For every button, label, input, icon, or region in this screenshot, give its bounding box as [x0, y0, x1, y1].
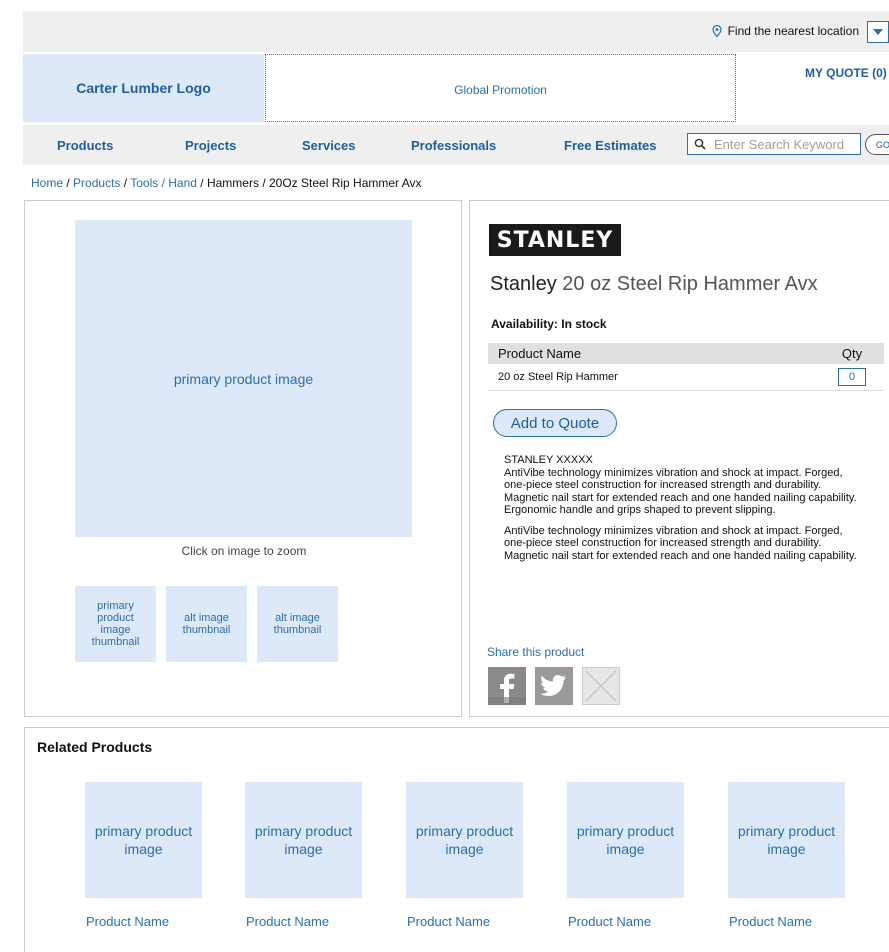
related-product-image[interactable]: primary product image: [85, 782, 202, 898]
related-product-image[interactable]: primary product image: [406, 782, 523, 898]
product-variant-table: Product Name Qty 20 oz Steel Rip Hammer: [488, 343, 884, 391]
related-product-name[interactable]: Product Name: [246, 914, 329, 929]
breadcrumb-current: 20Oz Steel Rip Hammer Avx: [269, 176, 422, 190]
related-product-name[interactable]: Product Name: [86, 914, 169, 929]
product-name: 20 oz Steel Rip Hammer Avx: [562, 273, 818, 295]
twitter-share-button[interactable]: [535, 667, 573, 705]
breadcrumb-separator: /: [262, 176, 266, 190]
product-info: STANLEY Stanley 20 oz Steel Rip Hammer A…: [469, 200, 889, 717]
email-icon: [585, 670, 617, 702]
top-utility-bar: Find the nearest location: [23, 11, 889, 52]
product-brand: Stanley: [490, 273, 557, 295]
related-product-image-label: primary product image: [415, 823, 514, 857]
search-input[interactable]: [714, 136, 854, 152]
email-share-button[interactable]: [582, 667, 620, 705]
thumbnail-alt-1[interactable]: alt image thumbnail: [166, 586, 247, 662]
breadcrumb-separator: /: [123, 176, 128, 190]
add-to-quote-button[interactable]: Add to Quote: [493, 409, 617, 437]
related-product-image[interactable]: primary product image: [245, 782, 362, 898]
breadcrumb-separator: /: [200, 176, 204, 190]
brand-logo: STANLEY: [489, 224, 621, 256]
description-paragraph-2: AntiVibe technology minimizes vibration …: [504, 524, 857, 562]
share-label: Share this product: [487, 645, 585, 659]
related-products-title: Related Products: [37, 739, 153, 755]
search-box: [687, 133, 861, 155]
breadcrumb-tools-hand[interactable]: Tools / Hand: [130, 176, 197, 190]
chevron-down-icon: [873, 29, 883, 35]
global-promotion-banner[interactable]: Global Promotion: [265, 54, 736, 122]
related-product-image-label: primary product image: [94, 823, 193, 857]
primary-product-image[interactable]: primary product image: [75, 220, 412, 537]
site-logo[interactable]: Carter Lumber Logo: [23, 54, 264, 122]
main-navigation: Products Projects Services Professionals…: [23, 125, 889, 165]
related-product-image[interactable]: primary product image: [728, 782, 845, 898]
availability-status: Availability: In stock: [491, 317, 607, 331]
related-product-name[interactable]: Product Name: [729, 914, 812, 929]
product-description: STANLEY XXXXX AntiVibe technology minimi…: [504, 454, 864, 570]
related-product-image-label: primary product image: [254, 823, 353, 857]
location-pin-icon: [711, 25, 722, 37]
nav-item-products[interactable]: Products: [57, 138, 113, 153]
facebook-share-button[interactable]: [488, 667, 526, 705]
breadcrumb-hammers: Hammers: [206, 176, 259, 190]
nav-item-professionals[interactable]: Professionals: [411, 138, 496, 153]
breadcrumb: Home / Products / Tools / Hand / Hammers…: [31, 176, 422, 190]
search-go-button[interactable]: GO: [865, 134, 889, 155]
search-icon: [694, 138, 706, 150]
facebook-icon: [488, 673, 526, 705]
location-dropdown-button[interactable]: [867, 21, 889, 43]
breadcrumb-home[interactable]: Home: [31, 176, 63, 190]
nav-item-free-estimates[interactable]: Free Estimates: [564, 138, 657, 153]
related-product-name[interactable]: Product Name: [407, 914, 490, 929]
table-row: 20 oz Steel Rip Hammer: [488, 364, 884, 391]
find-location-label: Find the nearest location: [727, 24, 859, 38]
zoom-hint: Click on image to zoom: [181, 544, 307, 558]
thumbnail-primary[interactable]: primary product image thumbnail: [75, 586, 156, 662]
find-location-link[interactable]: Find the nearest location: [711, 24, 859, 38]
thumbnail-alt-2[interactable]: alt image thumbnail: [257, 586, 338, 662]
quantity-input[interactable]: [838, 367, 866, 386]
related-product-image[interactable]: primary product image: [567, 782, 684, 898]
description-heading: STANLEY XXXXX: [504, 454, 593, 466]
column-header-qty: Qty: [820, 343, 884, 364]
product-gallery: primary product image Click on image to …: [24, 200, 462, 717]
related-products: Related Products primary product image P…: [24, 727, 889, 952]
breadcrumb-separator: /: [66, 176, 70, 190]
my-quote-link[interactable]: MY QUOTE (0): [805, 66, 887, 80]
description-paragraph-1: AntiVibe technology minimizes vibration …: [504, 466, 857, 517]
variant-name: 20 oz Steel Rip Hammer: [488, 364, 820, 391]
related-product-image-label: primary product image: [576, 823, 675, 857]
twitter-icon: [541, 675, 566, 697]
nav-item-projects[interactable]: Projects: [185, 138, 236, 153]
related-product-name[interactable]: Product Name: [568, 914, 651, 929]
product-title: Stanley 20 oz Steel Rip Hammer Avx: [490, 273, 818, 296]
related-product-image-label: primary product image: [737, 823, 836, 857]
column-header-product-name: Product Name: [488, 343, 820, 364]
nav-item-services[interactable]: Services: [302, 138, 356, 153]
breadcrumb-products[interactable]: Products: [73, 176, 120, 190]
